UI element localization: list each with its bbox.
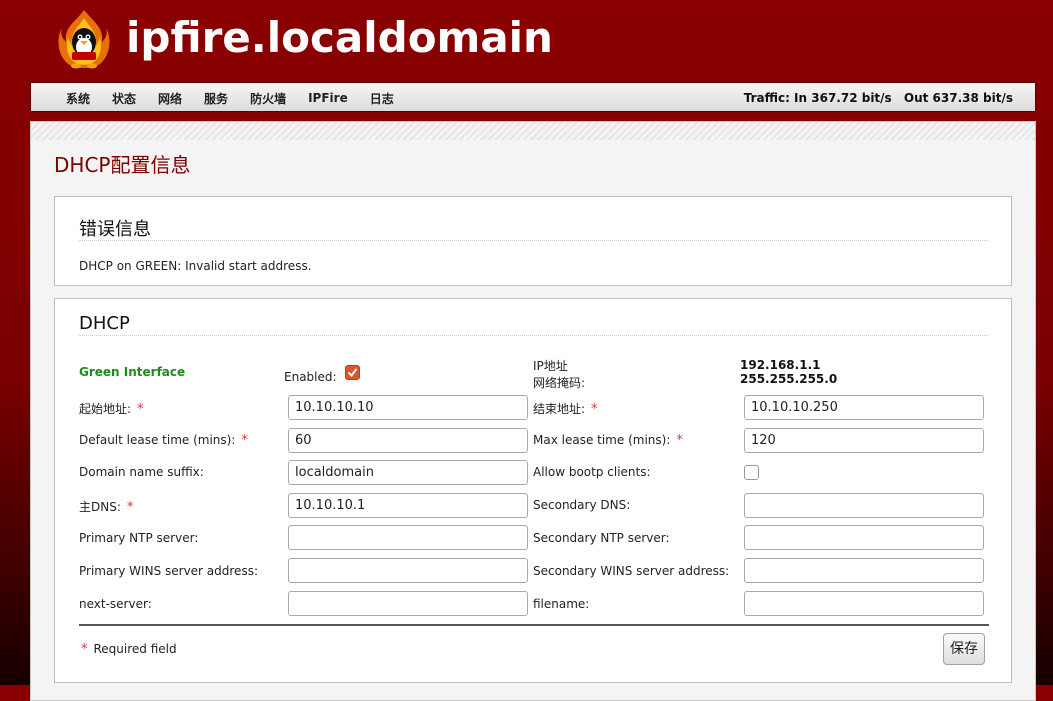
- dhcp-box-title: DHCP: [79, 313, 130, 334]
- nav-item-network[interactable]: 网络: [158, 90, 182, 107]
- primary-wins-input[interactable]: [288, 558, 528, 583]
- primary-ntp-label: Primary NTP server:: [79, 531, 199, 545]
- site-title: ipfire.localdomain: [126, 13, 553, 62]
- next-server-label: next-server:: [79, 597, 152, 611]
- error-message: DHCP on GREEN: Invalid start address.: [79, 259, 312, 273]
- traffic-in: Traffic: In 367.72 bit/s: [743, 91, 892, 105]
- end-address-label: 结束地址: *: [533, 402, 598, 417]
- nav-item-status[interactable]: 状态: [112, 90, 136, 107]
- nav-item-system[interactable]: 系统: [66, 90, 90, 107]
- nav-item-logs[interactable]: 日志: [370, 90, 394, 107]
- primary-ntp-input[interactable]: [288, 525, 528, 550]
- enabled-checkbox[interactable]: [345, 365, 360, 380]
- required-star-icon: *: [676, 433, 683, 448]
- traffic-out: Out 637.38 bit/s: [903, 91, 1013, 105]
- required-star-icon: *: [137, 402, 144, 417]
- error-box: 错误信息 DHCP on GREEN: Invalid start addres…: [54, 196, 1012, 286]
- secondary-dns-label: Secondary DNS:: [533, 498, 631, 512]
- max-lease-label: Max lease time (mins): *: [533, 433, 683, 448]
- page-title: DHCP配置信息: [54, 153, 191, 177]
- ip-address-label: IP地址: [533, 359, 568, 373]
- filename-input[interactable]: [744, 591, 984, 616]
- bootp-checkbox[interactable]: [744, 465, 759, 480]
- required-star-icon: *: [591, 402, 598, 417]
- dhcp-box: DHCP Green Interface Enabled: IP地址 网络掩码:…: [54, 298, 1012, 683]
- required-field-note: * Required field: [81, 642, 177, 657]
- nav-item-ipfire[interactable]: IPFire: [308, 91, 348, 105]
- enabled-label: Enabled:: [284, 370, 337, 384]
- secondary-wins-input[interactable]: [744, 558, 984, 583]
- save-button[interactable]: 保存: [943, 633, 985, 665]
- bootp-label: Allow bootp clients:: [533, 465, 651, 479]
- end-address-input[interactable]: [744, 395, 984, 420]
- secondary-ntp-label: Secondary NTP server:: [533, 531, 670, 545]
- nav-item-services[interactable]: 服务: [204, 90, 228, 107]
- max-lease-input[interactable]: [744, 428, 984, 453]
- ipfire-logo: [56, 8, 112, 74]
- header: ipfire.localdomain: [0, 0, 1053, 82]
- divider: [79, 335, 989, 336]
- domain-suffix-label: Domain name suffix:: [79, 465, 204, 479]
- secondary-wins-label: Secondary WINS server address:: [533, 564, 730, 578]
- primary-dns-label: 主DNS: *: [79, 500, 134, 515]
- green-interface-label: Green Interface: [79, 365, 186, 379]
- start-address-label: 起始地址: *: [79, 402, 144, 417]
- domain-suffix-input[interactable]: [288, 460, 528, 485]
- required-star-icon: *: [241, 433, 248, 448]
- panel-stripe: [31, 122, 1035, 140]
- main-panel: DHCP配置信息 错误信息 DHCP on GREEN: Invalid sta…: [30, 121, 1036, 701]
- secondary-dns-input[interactable]: [744, 493, 984, 518]
- primary-wins-label: Primary WINS server address:: [79, 564, 258, 578]
- netmask-value: 255.255.255.0: [740, 372, 838, 386]
- ip-address-value: 192.168.1.1: [740, 358, 821, 372]
- traffic-readout: Traffic: In 367.72 bit/s Out 637.38 bit/…: [736, 83, 1013, 113]
- default-lease-input[interactable]: [288, 428, 528, 453]
- required-star-icon: *: [126, 500, 134, 515]
- next-server-input[interactable]: [288, 591, 528, 616]
- main-nav: 系统 状态 网络 服务 防火墙 IPFire 日志 Traffic: In 36…: [30, 82, 1036, 112]
- primary-dns-input[interactable]: [288, 493, 528, 518]
- netmask-label: 网络掩码:: [533, 376, 586, 390]
- filename-label: filename:: [533, 597, 590, 611]
- required-star-icon: *: [81, 642, 88, 657]
- nav-item-firewall[interactable]: 防火墙: [250, 90, 286, 107]
- form-separator: [79, 624, 989, 626]
- secondary-ntp-input[interactable]: [744, 525, 984, 550]
- error-box-title: 错误信息: [79, 219, 151, 240]
- start-address-input[interactable]: [288, 395, 528, 420]
- default-lease-label: Default lease time (mins): *: [79, 433, 248, 448]
- divider: [79, 240, 989, 241]
